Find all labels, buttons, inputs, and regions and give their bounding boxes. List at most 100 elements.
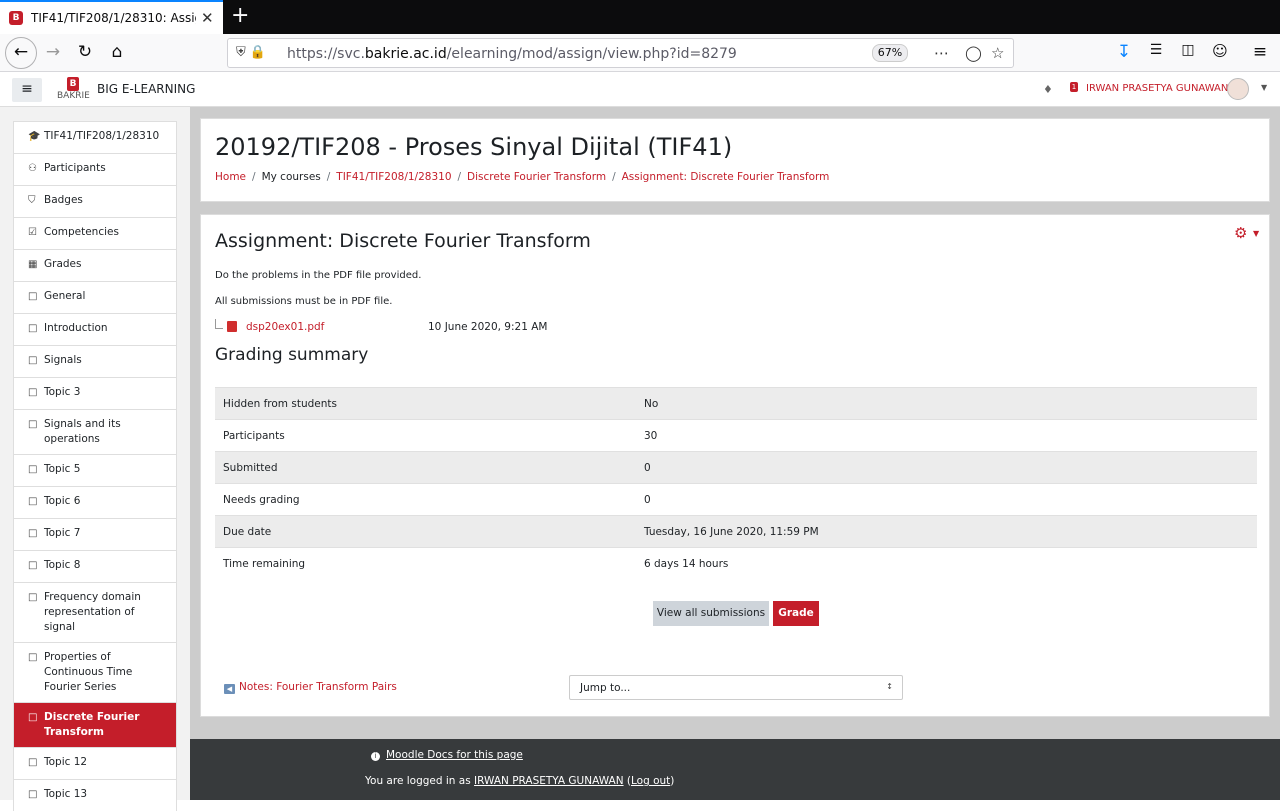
table-icon: ▦ (28, 259, 38, 270)
forward-arrow-icon[interactable]: → (41, 42, 65, 62)
close-tab-icon[interactable]: ✕ (201, 9, 214, 27)
sidebar-item[interactable]: □ Frequency domain representation of sign… (13, 582, 177, 642)
sidebar-item-label: Competencies (44, 226, 119, 238)
attachment-link[interactable]: dsp20ex01.pdf (246, 321, 324, 333)
notification-bell-icon[interactable]: ♦ (1043, 83, 1053, 96)
intro-text-1: Do the problems in the PDF file provided… (215, 270, 422, 281)
browser-tab[interactable]: B TIF41/TIF208/1/28310: Assign ✕ (0, 0, 223, 34)
breadcrumb-home[interactable]: Home (215, 171, 246, 183)
sidebar-item[interactable]: □ Signals and its operations (13, 409, 177, 454)
previous-activity-link[interactable]: ◀ Notes: Fourier Transform Pairs (224, 681, 397, 694)
sidebar-toggle-icon[interactable]: ◫ (1176, 42, 1200, 58)
sidebar-item-label: Topic 6 (44, 495, 81, 507)
table-cell-label: Time remaining (215, 547, 636, 580)
jump-to-select[interactable]: Jump to... ↕ (569, 675, 903, 700)
folder-icon: □ (28, 560, 38, 571)
sidebar-item[interactable]: □ Signals (13, 345, 177, 377)
previous-activity-label[interactable]: Notes: Fourier Transform Pairs (239, 681, 397, 693)
table-row: Participants 30 (215, 419, 1257, 452)
sidebar-item[interactable]: ☑ Competencies (13, 217, 177, 249)
chevron-down-icon[interactable]: ▼ (1253, 229, 1259, 238)
pdf-file-icon (227, 321, 237, 332)
folder-icon: □ (28, 464, 38, 475)
reload-icon[interactable]: ↻ (73, 42, 97, 62)
table-cell-value: Tuesday, 16 June 2020, 11:59 PM (636, 515, 1257, 548)
folder-icon: □ (28, 355, 38, 366)
back-arrow-icon[interactable]: ← (5, 37, 37, 69)
main-content: Assignment: Discrete Fourier Transform ⚙… (200, 214, 1270, 717)
sidebar-item-label: General (44, 290, 86, 302)
drawer-toggle-button[interactable]: ≡ (12, 78, 42, 102)
shield-lock-icon[interactable]: ⛨ 🔒 (236, 45, 266, 60)
sidebar-item[interactable]: □ Topic 13 (13, 779, 177, 811)
logged-in-prefix: You are logged in as (365, 775, 471, 787)
breadcrumb-course[interactable]: TIF41/TIF208/1/28310 (336, 171, 451, 183)
message-count-badge[interactable]: 1 (1070, 82, 1078, 92)
grade-button[interactable]: Grade (773, 601, 819, 626)
sidebar-item[interactable]: ▦ Grades (13, 249, 177, 281)
pocket-icon[interactable]: ◯ (965, 44, 982, 62)
new-tab-icon[interactable]: + (231, 3, 249, 28)
sidebar-item[interactable]: ⛉ Badges (13, 185, 177, 217)
sidebar-item[interactable]: □ Topic 6 (13, 486, 177, 518)
sidebar-item[interactable]: □ Topic 3 (13, 377, 177, 409)
breadcrumb-section[interactable]: Discrete Fourier Transform (467, 171, 606, 183)
library-icon[interactable]: ☰ (1144, 42, 1168, 58)
page-header: 20192/TIF208 - Proses Sinyal Dijital (TI… (200, 118, 1270, 202)
folder-icon: □ (28, 652, 38, 663)
download-icon[interactable]: ↧ (1112, 42, 1136, 62)
grading-summary-table: Hidden from students No Participants 30 Subm… (215, 387, 1257, 580)
jump-to-label: Jump to... (580, 682, 631, 694)
user-menu-name[interactable]: IRWAN PRASETYA GUNAWAN (1086, 83, 1228, 94)
sidebar-item[interactable]: □ Introduction (13, 313, 177, 345)
browser-toolbar: ← → ↻ ⌂ ⛨ 🔒 https://svc.bakrie.ac.id/ele… (0, 34, 1280, 72)
home-icon[interactable]: ⌂ (105, 42, 129, 62)
url-bar[interactable]: ⛨ 🔒 https://svc.bakrie.ac.id/elearning/m… (227, 38, 1014, 68)
url-text[interactable]: https://svc.bakrie.ac.id/elearning/mod/a… (287, 46, 737, 62)
sidebar-item-label: Frequency domain representation of signa… (44, 591, 141, 633)
browser-tab-bar: B TIF41/TIF208/1/28310: Assign ✕ + (0, 0, 1280, 34)
site-logo[interactable]: B BAKRIE (57, 76, 93, 104)
sidebar-item-label: Topic 8 (44, 559, 81, 571)
bookmark-star-icon[interactable]: ☆ (991, 44, 1004, 62)
folder-icon: □ (28, 387, 38, 398)
footer-user-link[interactable]: IRWAN PRASETYA GUNAWAN (474, 775, 624, 787)
sidebar-item[interactable]: □ Topic 5 (13, 454, 177, 486)
sidebar-item[interactable]: □ Discrete Fourier Transform (13, 702, 177, 747)
sidebar-item[interactable]: □ General (13, 281, 177, 313)
folder-icon: □ (28, 757, 38, 768)
sidebar-item[interactable]: ⚇ Participants (13, 153, 177, 185)
table-cell-value: 0 (636, 483, 1257, 516)
sidebar-item-label: Discrete Fourier Transform (44, 711, 140, 738)
breadcrumb: Home / My courses / TIF41/TIF208/1/28310/Dis… (215, 171, 830, 183)
chevron-down-icon[interactable]: ▼ (1261, 83, 1267, 92)
folder-icon: □ (28, 592, 38, 603)
sidebar-item-label: Participants (44, 162, 106, 174)
users-icon: ⚇ (28, 163, 37, 174)
breadcrumb-my-courses: My courses (261, 171, 321, 183)
more-actions-icon[interactable]: ⋯ (934, 44, 949, 62)
table-cell-label: Needs grading (215, 483, 636, 516)
menu-icon[interactable]: ≡ (1248, 42, 1272, 62)
view-all-submissions-button[interactable]: View all submissions (653, 601, 769, 626)
left-arrow-icon: ◀ (224, 684, 235, 694)
breadcrumb-assignment[interactable]: Assignment: Discrete Fourier Transform (622, 171, 830, 183)
logout-link[interactable]: Log out (631, 775, 670, 787)
table-row: Due date Tuesday, 16 June 2020, 11:59 PM (215, 515, 1257, 548)
zoom-level-badge[interactable]: 67% (872, 44, 908, 62)
select-arrows-icon: ↕ (886, 682, 893, 691)
logo-mark: B (67, 77, 79, 91)
table-row: Submitted 0 (215, 451, 1257, 484)
sidebar-item[interactable]: 🎓 TIF41/TIF208/1/28310 (13, 121, 177, 153)
moodle-docs-link[interactable]: Moodle Docs for this page (386, 749, 523, 761)
site-name[interactable]: BIG E-LEARNING (97, 82, 195, 96)
folder-icon: □ (28, 419, 38, 430)
sidebar-item[interactable]: □ Topic 7 (13, 518, 177, 550)
sidebar-item[interactable]: □ Properties of Continuous Time Fourier S… (13, 642, 177, 702)
account-icon[interactable]: ☺ (1208, 42, 1232, 60)
gear-icon[interactable]: ⚙ (1234, 224, 1247, 242)
sidebar-item[interactable]: □ Topic 8 (13, 550, 177, 582)
avatar[interactable] (1227, 78, 1249, 100)
sidebar-item[interactable]: □ Topic 12 (13, 747, 177, 779)
drawer-list: 🎓 TIF41/TIF208/1/28310 ⚇ Participants ⛉ Badge… (13, 121, 177, 811)
